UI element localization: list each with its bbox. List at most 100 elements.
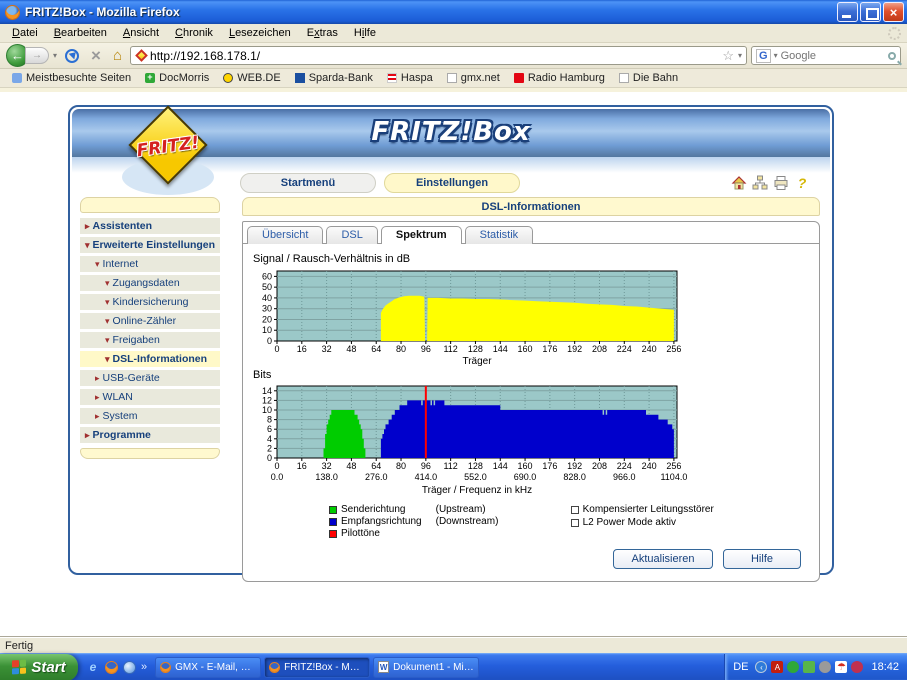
minimize-button[interactable] [837, 2, 858, 22]
globe-icon[interactable] [123, 661, 136, 674]
bookmark-label: Meistbesuchte Seiten [26, 72, 131, 84]
url-input[interactable] [150, 49, 718, 63]
adobe-reader-icon[interactable]: A [771, 661, 783, 673]
search-box[interactable]: G ▾ [751, 46, 901, 65]
refresh-page-button[interactable]: Aktualisieren [613, 549, 713, 569]
svg-text:60: 60 [262, 271, 272, 281]
taskbar-task[interactable]: FRITZ!Box - Mozilla Fi... [264, 657, 370, 678]
refresh-button[interactable] [65, 49, 79, 63]
webde-icon [223, 73, 233, 83]
language-indicator[interactable]: DE [733, 661, 748, 673]
sidebar-item-programme[interactable]: ▸Programme [80, 427, 220, 443]
close-button[interactable]: × [883, 2, 904, 22]
network-green-icon[interactable] [803, 661, 815, 673]
snr-chart-title: Signal / Rausch-Verhältnis in dB [253, 253, 811, 265]
internet-explorer-icon[interactable]: e [86, 660, 100, 674]
sidebar-footer-bar [80, 448, 220, 459]
menu-chronik[interactable]: Chronik [167, 25, 221, 41]
taskbar-task[interactable]: GMX - E-Mail, FreeMai... [155, 657, 261, 678]
svg-text:224: 224 [617, 461, 632, 471]
menu-bearbeiten[interactable]: Bearbeiten [46, 25, 115, 41]
tab-spektrum[interactable]: Spektrum [381, 226, 462, 244]
svg-text:0: 0 [274, 344, 279, 354]
volume-gray-icon[interactable] [819, 661, 831, 673]
bookmark-item[interactable]: Haspa [381, 71, 439, 85]
window-title: FRITZ!Box - Mozilla Firefox [25, 5, 835, 19]
sidebar-item-online-z-hler[interactable]: ▾Online-Zähler [80, 313, 220, 329]
menu-ansicht[interactable]: Ansicht [115, 25, 167, 41]
button-row: Aktualisieren Hilfe [251, 549, 801, 569]
firefox-icon [269, 662, 280, 673]
antivirus-green-icon[interactable] [787, 661, 799, 673]
restore-button[interactable] [860, 2, 881, 22]
menu-lesezeichen[interactable]: Lesezeichen [221, 25, 299, 41]
sidebar-item-freigaben[interactable]: ▾Freigaben [80, 332, 220, 348]
bookmark-item[interactable]: DocMorris [139, 71, 215, 85]
start-button[interactable]: Start [0, 654, 78, 680]
svg-text:0: 0 [267, 336, 272, 346]
bookmark-label: Sparda-Bank [309, 72, 373, 84]
home-icon[interactable] [731, 175, 747, 191]
task-label: GMX - E-Mail, FreeMai... [175, 662, 256, 673]
bookmark-item[interactable]: Meistbesuchte Seiten [6, 71, 137, 85]
firefox-icon[interactable] [105, 661, 118, 674]
help-button[interactable]: Hilfe [723, 549, 801, 569]
tab-statistik[interactable]: Statistik [465, 226, 534, 244]
sidebar-item-system[interactable]: ▸System [80, 408, 220, 424]
menu-extras[interactable]: Extras [299, 25, 346, 41]
sidebar-item-kindersicherung[interactable]: ▾Kindersicherung [80, 294, 220, 310]
tab-dsl[interactable]: DSL [326, 226, 377, 244]
menu-datei[interactable]: Datei [4, 25, 46, 41]
sidebar-item-internet[interactable]: ▾Internet [80, 256, 220, 272]
bookmark-item[interactable]: gmx.net [441, 71, 506, 85]
sidebar-item-wlan[interactable]: ▸WLAN [80, 389, 220, 405]
sidebar-item-zugangsdaten[interactable]: ▾Zugangsdaten [80, 275, 220, 291]
sidebar-item-usb-ger-te[interactable]: ▸USB-Geräte [80, 370, 220, 386]
url-bar[interactable]: ☆ ▾ [130, 46, 747, 65]
bookmark-item[interactable]: Radio Hamburg [508, 71, 611, 85]
sitemap-icon[interactable] [752, 175, 768, 191]
legend-flag: L2 Power Mode aktiv [571, 517, 714, 528]
overflow-chevron-icon[interactable]: » [141, 661, 147, 673]
forward-button[interactable]: → [25, 47, 49, 64]
svg-text:112: 112 [443, 344, 457, 354]
svg-text:8: 8 [267, 415, 272, 425]
url-dropdown-icon[interactable]: ▾ [738, 51, 742, 60]
bits-chart: 0163248648096112128144160176192208224240… [251, 382, 687, 498]
nav-tab-startmenü[interactable]: Startmenü [240, 173, 376, 193]
search-input[interactable] [781, 50, 885, 62]
most-visited-icon [12, 73, 22, 83]
clock: 18:42 [871, 661, 899, 673]
content-card: ÜbersichtDSLSpektrumStatistik Signal / R… [242, 221, 820, 582]
nav-tab-einstellungen[interactable]: Einstellungen [384, 173, 520, 193]
help-icon[interactable]: ? [794, 175, 810, 191]
menu-hilfe[interactable]: Hilfe [346, 25, 384, 41]
svg-text:32: 32 [322, 461, 332, 471]
bookmark-item[interactable]: Die Bahn [613, 71, 684, 85]
stop-button[interactable]: × [87, 47, 105, 64]
tab-übersicht[interactable]: Übersicht [247, 226, 323, 244]
search-icon[interactable] [888, 52, 896, 60]
print-icon[interactable] [773, 175, 789, 191]
history-dropdown-icon[interactable]: ▾ [53, 51, 57, 60]
svg-text:16: 16 [297, 344, 307, 354]
taskbar-task[interactable]: WDokument1 - Microsof... [373, 657, 479, 678]
system-tray: DE ‹ A ☂ 18:42 [724, 654, 907, 680]
sidebar-item-dsl-informationen[interactable]: ▾DSL-Informationen [80, 351, 220, 367]
avira-umbrella-icon[interactable]: ☂ [835, 661, 847, 673]
sidebar-item-assistenten[interactable]: ▸Assistenten [80, 218, 220, 234]
status-text: Fertig [5, 640, 33, 652]
bookmark-item[interactable]: Sparda-Bank [289, 71, 379, 85]
update-red-icon[interactable] [851, 661, 863, 673]
svg-text:40: 40 [262, 293, 272, 303]
google-icon[interactable]: G [756, 49, 771, 63]
bookmark-item[interactable]: WEB.DE [217, 71, 286, 85]
home-button[interactable]: ⌂ [109, 47, 126, 64]
svg-text:966.0: 966.0 [613, 472, 636, 482]
sidebar-item-label: Zugangsdaten [113, 277, 180, 289]
bookmark-star-icon[interactable]: ☆ [722, 48, 734, 64]
svg-text:240: 240 [642, 344, 657, 354]
sidebar-item-erweiterte-einstellungen[interactable]: ▾Erweiterte Einstellungen [80, 237, 220, 253]
search-engine-dropdown-icon[interactable]: ▾ [774, 51, 778, 60]
hide-icons-icon[interactable]: ‹ [755, 661, 767, 673]
